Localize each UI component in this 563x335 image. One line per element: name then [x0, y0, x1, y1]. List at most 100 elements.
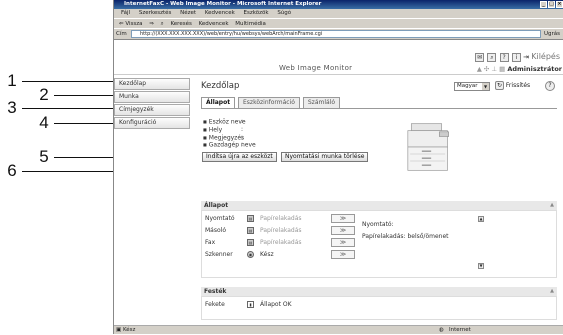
device-status: Papírelakadás [260, 239, 302, 246]
prop-device-name: Eszköz neve: [203, 118, 256, 126]
status-section: Nyomtató ▤ Papírelakadás ≫ Másoló ▤ Papí… [201, 210, 557, 278]
header-icon-bar: ✉ ⌕ ? i ⇥ Kilépés [474, 52, 560, 62]
address-input[interactable]: http://(XXX.XXX.XXX.XXX)/web/entry/hu/we… [131, 30, 541, 38]
logout-icon[interactable]: ⇥ [523, 53, 529, 61]
status-section-header[interactable]: Állapot ▲ [201, 201, 557, 210]
device-name: Szkenner [205, 251, 233, 258]
callout-line-1 [22, 81, 115, 82]
search-icon[interactable]: ⌕ [487, 53, 497, 62]
tab-counter[interactable]: Számláló [302, 97, 341, 108]
details-arrow-button[interactable]: ≫ [331, 214, 355, 223]
tab-divider [201, 108, 557, 109]
go-button[interactable]: Ugrás [544, 29, 560, 39]
address-bar: Cím http://(XXX.XXX.XXX.XXX)/web/entry/h… [114, 28, 563, 38]
menu-file[interactable]: Fájl [121, 10, 130, 16]
menu-favorites[interactable]: Kedvencek [205, 10, 235, 16]
menu-help[interactable]: Súgó [277, 10, 291, 16]
collapse-icon: ▲ [550, 202, 554, 208]
web-page: ✉ ⌕ ? i ⇥ Kilépés Web Image Monitor ▲ ✣ … [114, 39, 563, 325]
sidebar-item-home[interactable]: Kezdőlap [114, 78, 190, 90]
printer-image [407, 123, 449, 171]
sidebar-item-address-book[interactable]: Címjegyzék [114, 104, 190, 116]
maximize-button[interactable]: □ [548, 1, 555, 8]
detail-text: Papírelakadás: belső/ömenet [362, 233, 449, 240]
callout-5: 5 [39, 147, 49, 166]
toner-color: Fekete [205, 301, 225, 308]
callout-3: 3 [7, 98, 17, 117]
minimize-button[interactable]: _ [540, 1, 547, 8]
menu-edit[interactable]: Szerkesztés [139, 10, 172, 16]
collapse-icon: ▲ [550, 288, 554, 294]
prop-host-name: Gazdagép neve: [203, 141, 256, 149]
refresh-label: Frissítés [505, 82, 531, 89]
help-icon[interactable]: ? [499, 53, 509, 62]
prop-location: Hely: [203, 126, 256, 134]
forward-button[interactable]: ⇒ [149, 21, 154, 27]
toner-section-header[interactable]: Festék ▲ [201, 287, 557, 296]
user-row: ▲ ✣ ⊥ ▦ Adminisztrátor [477, 65, 562, 73]
callout-1: 1 [7, 71, 17, 90]
copier-icon: ▤ [247, 227, 254, 234]
device-name: Nyomtató [205, 215, 235, 222]
status-section-title: Állapot [204, 202, 229, 209]
device-name: Fax [205, 239, 216, 246]
page-header: ✉ ⌕ ? i ⇥ Kilépés Web Image Monitor ▲ ✣ … [114, 40, 563, 75]
search-icon[interactable]: ⌕ [161, 21, 164, 27]
help-button[interactable]: ? [545, 81, 555, 91]
user-name: Adminisztrátor [507, 65, 562, 73]
device-properties: Eszköz neve: Hely: Megjegyzés: Gazdagép … [203, 118, 256, 149]
toner-section-title: Festék [204, 288, 227, 295]
info-icon[interactable]: i [511, 53, 521, 62]
browser-window: InternetFaxC - Web Image Monitor - Micro… [113, 0, 563, 334]
menu-bar: Fájl Szerkesztés Nézet Kedvencek Eszközö… [114, 9, 563, 18]
tab-device-info[interactable]: Eszközinformáció [238, 97, 300, 108]
close-window-button[interactable]: × [556, 1, 563, 8]
sidebar-item-job[interactable]: Munka [114, 91, 190, 103]
logout-link[interactable]: Kilépés [531, 52, 560, 61]
scroll-up-icon[interactable]: ▲ [478, 216, 484, 222]
device-status: Papírelakadás [260, 215, 302, 222]
menu-tools[interactable]: Eszközök [244, 10, 269, 16]
toner-section: Fekete ▮ Állapot OK [201, 296, 557, 320]
search-button[interactable]: Keresés [170, 21, 191, 27]
window-titlebar: InternetFaxC - Web Image Monitor - Micro… [114, 0, 563, 9]
address-label: Cím [116, 31, 127, 37]
language-value: Magyar [457, 83, 478, 89]
app-title: Web Image Monitor [279, 64, 353, 72]
refresh-icon: ↻ [495, 81, 504, 90]
device-status: Papírelakadás [260, 227, 302, 234]
scanner-icon: ◉ [247, 251, 254, 258]
page-title: Kezdőlap [201, 81, 240, 91]
user-icons: ▲ ✣ ⊥ ▦ [476, 65, 508, 73]
favorites-button[interactable]: Kedvencek [199, 21, 229, 27]
media-button[interactable]: Multimédia [235, 21, 266, 27]
details-arrow-button[interactable]: ≫ [331, 226, 355, 235]
toner-status: Állapot OK [260, 301, 292, 308]
restart-device-button[interactable]: Indítsa újra az eszközt [202, 152, 277, 162]
callout-line-2 [54, 95, 115, 96]
delete-print-job-button[interactable]: Nyomtatási munka törlése [281, 152, 369, 162]
mail-icon[interactable]: ✉ [475, 53, 485, 62]
status-detail-panel: Nyomtató: Papírelakadás: belső/ömenet ▲ … [360, 215, 490, 277]
menu-view[interactable]: Nézet [180, 10, 196, 16]
scroll-down-icon[interactable]: ▼ [478, 263, 484, 269]
callout-line-4 [54, 123, 115, 124]
refresh-button[interactable]: ↻ Frissítés [495, 81, 530, 91]
details-arrow-button[interactable]: ≫ [331, 250, 355, 259]
toner-level-icon: ▮ [247, 301, 254, 308]
callout-2: 2 [39, 85, 49, 104]
window-title: InternetFaxC - Web Image Monitor - Micro… [124, 1, 322, 7]
sidebar-item-configuration[interactable]: Konfiguráció [114, 117, 190, 129]
browser-toolbar: ⇐ Vissza ⇒ ⌕ Keresés Kedvencek Multimédi… [114, 18, 563, 28]
sidebar: Kezdőlap Munka Címjegyzék Konfiguráció [114, 78, 190, 130]
device-status: Kész [260, 251, 274, 258]
page-done-icon: ▣ [116, 327, 122, 333]
detail-title: Nyomtató: [362, 221, 394, 228]
browser-status-bar: ▣ Kész ◍ Internet [114, 325, 563, 334]
chevron-down-icon: ▼ [482, 83, 489, 90]
language-select[interactable]: Magyar ▼ [454, 82, 490, 91]
back-button[interactable]: ⇐ Vissza [119, 21, 143, 27]
callout-4: 4 [39, 113, 49, 132]
status-text: Kész [122, 327, 136, 333]
details-arrow-button[interactable]: ≫ [331, 238, 355, 247]
